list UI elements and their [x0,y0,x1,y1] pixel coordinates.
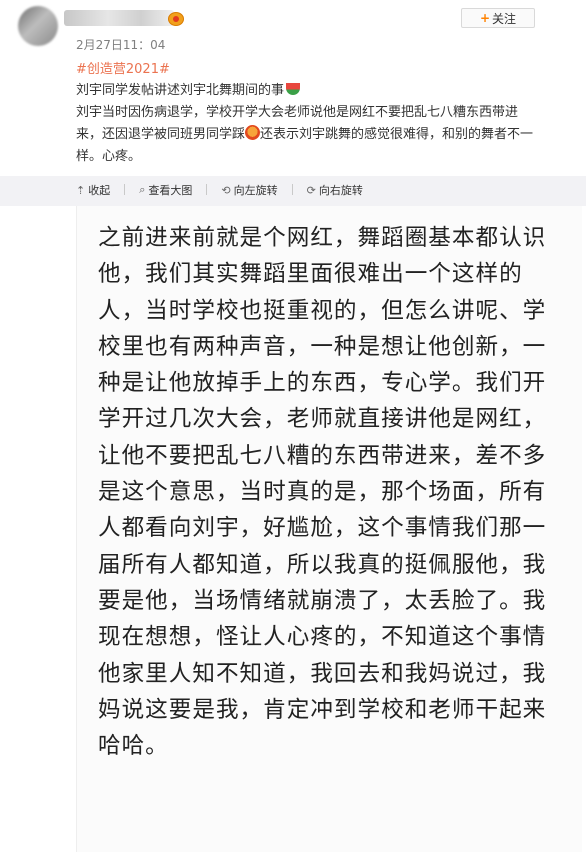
collapse-label: 收起 [88,184,111,197]
view-large-button[interactable]: ⌕ 查看大图 [139,182,192,198]
image-text-line: 人都看向刘宇，好尴尬，这个事情我们那一 [98,515,547,542]
post-body-line: 样。心疼。 [76,149,142,164]
image-text-line: 人，当时学校也挺重视的，但怎么讲呢、学 [98,297,547,324]
post-image-text: 之前进来前就是个网红，舞蹈圈基本都认识 他，我们其实舞蹈里面很难出一个这样的 人… [98,220,568,764]
rotate-right-label: 向右旋转 [318,184,363,197]
image-text-line: 要是他，当场情绪就崩溃了，太丢脸了。我 [98,587,547,614]
image-text-line: 他，我们其实舞蹈里面很难出一个这样的 [98,261,523,288]
post-body-line: 刘宇当时因伤病退学，学校开学大会老师说他是网红不要把乱七八糟东西带进 [76,105,519,120]
rotate-right-icon: ⟳ [306,183,316,197]
post-time[interactable]: 2月27日11：04 [76,36,165,53]
body-text: 还表示刘宇跳舞的感觉很难得，和别的舞者不一 [260,127,534,142]
magnifier-icon: ⌕ [139,183,146,196]
image-text-line: 哈哈。 [98,733,169,760]
image-text-line: 种是让他放掉手上的东西，专心学。我们开 [98,370,547,397]
collapse-arrow-icon: ⇡ [76,183,86,197]
divider [206,184,208,195]
image-text-line: 之前进来前就是个网红，舞蹈圈基本都认识 [98,225,547,251]
follow-button[interactable]: + 关注 [461,8,535,28]
divider [291,184,293,195]
rotate-left-label: 向左旋转 [233,184,278,197]
body-text: 来，还因退学被同班男同学踩 [76,127,246,142]
username-blurred[interactable] [64,10,174,26]
rotate-right-button[interactable]: ⟳ 向右旋转 [307,182,363,198]
post-headline: 刘宇同学发帖讲述刘宇北舞期间的事 [76,80,581,102]
post-body-line: 来，还因退学被同班男同学踩 还表示刘宇跳舞的感觉很难得，和别的舞者不一 [76,124,581,146]
divider [124,184,126,195]
image-text-line: 届所有人都知道，所以我真的挺佩服他，我 [98,551,547,578]
post-content: 刘宇同学发帖讲述刘宇北舞期间的事 刘宇当时因伤病退学，学校开学大会老师说他是网红… [76,80,581,168]
weibo-post: 2月27日11：04 + 关注 #创造营2021# 刘宇同学发帖讲述刘宇北舞期间… [0,0,586,852]
image-text-line: 学开过几次大会，老师就直接讲他是网红， [98,406,547,433]
topic-tag[interactable]: #创造营2021# [76,58,170,77]
rotate-left-icon: ⟲ [221,183,231,197]
collapse-button[interactable]: ⇡ 收起 [76,182,110,198]
angry-face-emoji-icon [245,125,261,140]
plus-icon: + [479,11,491,25]
rotate-left-button[interactable]: ⟲ 向左旋转 [221,182,277,198]
vip-badge-icon [168,12,184,26]
media-tools: ⇡ 收起 ⌕ 查看大图 ⟲ 向左旋转 ⟳ 向右旋转 [76,182,377,198]
follow-label: 关注 [492,11,517,26]
view-large-label: 查看大图 [148,184,193,197]
watermelon-emoji-icon [286,83,301,95]
image-text-line: 现在想想，怪让人心疼的，不知道这个事情 [98,624,547,651]
image-text-line: 妈说这要是我，肯定冲到学校和老师干起来 [98,696,547,723]
avatar[interactable] [18,6,58,46]
image-text-line: 他家里人知不知道，我回去和我妈说过，我 [98,660,547,687]
image-text-line: 校里也有两种声音，一种是想让他创新，一 [98,333,547,360]
image-text-line: 是这个意思，当时真的是，那个场面，所有 [98,479,547,506]
headline-text: 刘宇同学发帖讲述刘宇北舞期间的事 [76,83,285,98]
image-text-line: 让他不要把乱七八糟的东西带进来，差不多 [98,442,547,469]
